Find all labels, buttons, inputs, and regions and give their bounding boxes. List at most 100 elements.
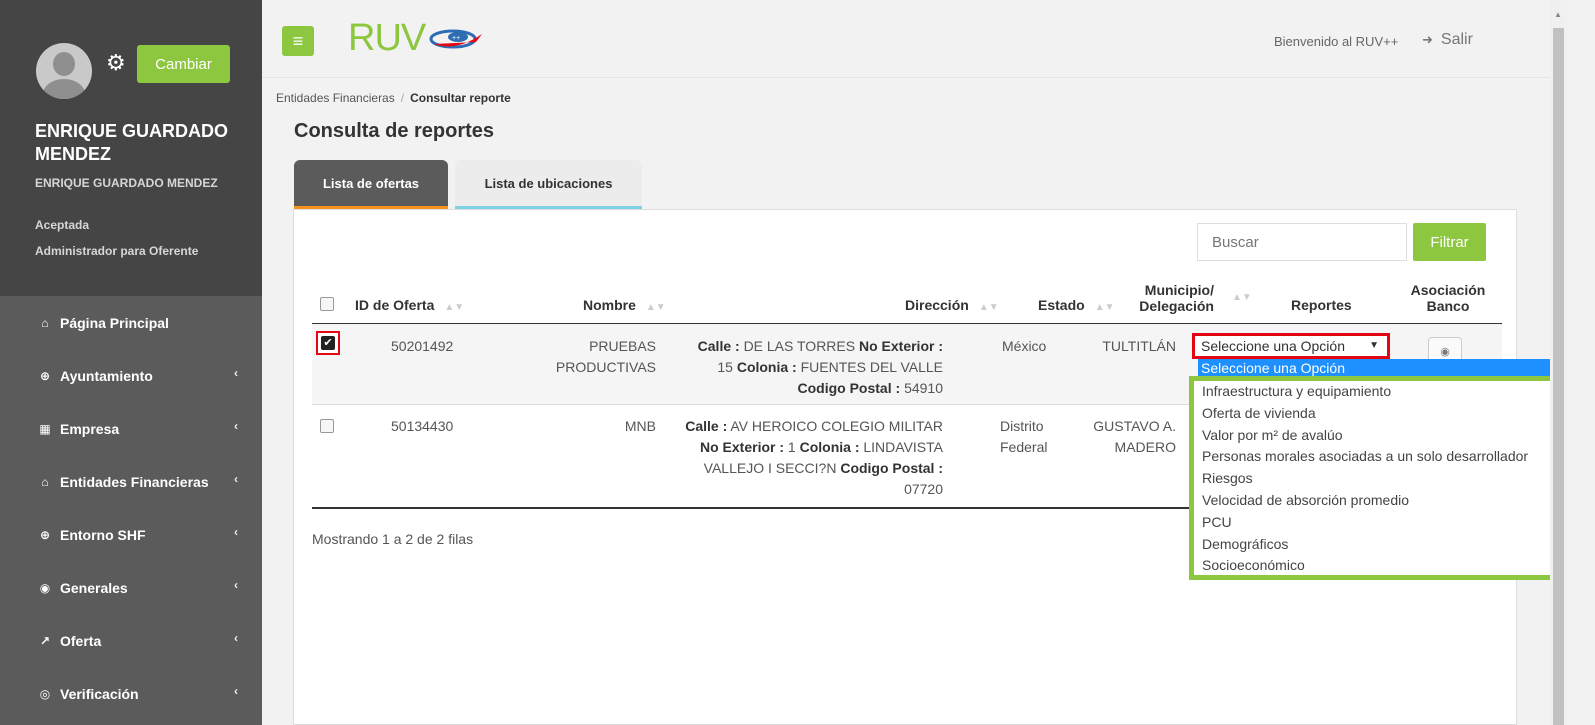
sidebar-item-label: Página Principal [60, 314, 169, 331]
cell-estado: México [1002, 338, 1047, 354]
sort-icon: ▲▼ [1232, 292, 1252, 303]
check-icon: ✔ [321, 336, 335, 350]
building-icon: ▦ [39, 421, 51, 436]
cp-value: 07720 [904, 481, 943, 497]
line-chart-icon: ↗ [39, 633, 51, 648]
cell-nombre: PRUEBAS PRODUCTIVAS [520, 336, 656, 378]
colonia-label: Colonia : [736, 359, 797, 375]
colonia-label: Colonia : [799, 439, 860, 455]
header-label: Banco [1426, 298, 1470, 314]
cell-direccion: Calle : DE LAS TORRES No Exterior : 15 C… [665, 336, 943, 399]
sidebar-item-oferta[interactable]: ↗ Oferta ‹ [0, 614, 262, 667]
reportes-select[interactable]: Seleccione una Opción ▼ [1192, 333, 1390, 359]
sort-icon: ▲▼ [978, 302, 999, 313]
dropdown-option-selected[interactable]: Seleccione una Opción [1198, 359, 1563, 377]
dropdown-option[interactable]: PCU [1194, 512, 1556, 534]
estado-line: Federal [1000, 439, 1048, 455]
noext-label: No Exterior : [858, 338, 943, 354]
chevron-left-icon: ‹ [234, 419, 238, 433]
sidebar-item-label: Empresa [60, 420, 120, 437]
sidebar-item-label: Entorno SHF [60, 526, 146, 543]
dropdown-option[interactable]: Demográficos [1194, 534, 1556, 556]
chevron-left-icon: ‹ [234, 366, 238, 380]
header-reportes: Reportes [1291, 297, 1352, 313]
estado-line: Distrito [1000, 418, 1044, 434]
dropdown-option[interactable]: Socioeconómico [1194, 555, 1556, 575]
search-input[interactable] [1197, 223, 1407, 261]
cambiar-button[interactable]: Cambiar [137, 45, 230, 83]
filter-button[interactable]: Filtrar [1413, 223, 1486, 261]
sidebar-item-ayuntamiento[interactable]: ⊕ Ayuntamiento ‹ [0, 349, 262, 402]
svg-text:++: ++ [452, 35, 460, 42]
bank-icon: ⌂ [41, 474, 49, 489]
noext-value: 15 [717, 359, 733, 375]
sidebar-item-entorno-shf[interactable]: ⊕ Entorno SHF ‹ [0, 508, 262, 561]
header-label: Delegación [1139, 298, 1214, 314]
dropdown-option[interactable]: Oferta de vivienda [1194, 403, 1556, 425]
scroll-up-icon[interactable]: ▲ [1554, 10, 1562, 19]
sidebar-item-verificacion[interactable]: ◎ Verificación ‹ [0, 667, 262, 720]
nombre-line: PRUEBAS [589, 338, 656, 354]
sidebar-item-label: Entidades Financieras [60, 473, 209, 490]
cell-estado: Distrito Federal [1000, 416, 1047, 458]
header-label: Estado [1038, 297, 1085, 313]
sidebar-item-empresa[interactable]: ▦ Empresa ‹ [0, 402, 262, 455]
sort-icon: ▲▼ [1094, 302, 1115, 313]
logout-link[interactable]: ➜ Salir [1422, 31, 1473, 49]
gear-icon[interactable]: ⚙ [106, 52, 126, 74]
ruv-logo: RUV [348, 17, 426, 59]
header-nombre[interactable]: Nombre ▲▼ [583, 297, 666, 313]
page-title: Consulta de reportes [294, 120, 495, 142]
calle-label: Calle : [697, 338, 740, 354]
tab-lista-de-ofertas[interactable]: Lista de ofertas [294, 160, 448, 210]
cell-municipio: GUSTAVO A. MADERO [1080, 416, 1176, 458]
plus-circle-icon: ⊕ [39, 368, 51, 383]
dropdown-option[interactable]: Infraestructura y equipamiento [1194, 381, 1556, 403]
row-checkbox[interactable]: ✔ [316, 331, 340, 355]
sidebar-item-label: Oferta [60, 632, 102, 649]
sidebar-item-entidades-financieras[interactable]: ⌂ Entidades Financieras ‹ [0, 455, 262, 508]
chevron-left-icon: ‹ [234, 525, 238, 539]
noext-label: No Exterior : [700, 439, 785, 455]
welcome-text: Bienvenido al RUV++ [1274, 34, 1399, 49]
dropdown-option[interactable]: Riesgos [1194, 468, 1556, 490]
header-estado[interactable]: Estado ▲▼ [1038, 297, 1114, 313]
header-municipio[interactable]: Municipio/ Delegación [1118, 282, 1214, 314]
avatar [36, 43, 92, 99]
select-all-checkbox[interactable] [320, 297, 334, 311]
calle-value: DE LAS TORRES [743, 338, 856, 354]
municipio-line: MADERO [1114, 439, 1176, 455]
row-checkbox[interactable] [320, 419, 334, 433]
colonia-value: FUENTES DEL VALLE [800, 359, 943, 375]
scrollbar-thumb[interactable] [1553, 28, 1564, 725]
chevron-left-icon: ‹ [234, 631, 238, 645]
chevron-left-icon: ‹ [234, 684, 238, 698]
radio-icon: ◉ [1440, 345, 1450, 358]
colonia-value: LINDAVISTA [863, 439, 943, 455]
sign-out-icon: ➜ [1422, 32, 1433, 47]
tab-lista-de-ubicaciones[interactable]: Lista de ubicaciones [455, 160, 642, 210]
header-asociacion-banco: Asociación Banco [1400, 282, 1496, 314]
sidebar-item-generales[interactable]: ◉ Generales ‹ [0, 561, 262, 614]
sidebar-item-pagina-principal[interactable]: ⌂ Página Principal [0, 296, 262, 349]
sidebar-nav: ⌂ Página Principal ⊕ Ayuntamiento ‹ ▦ Em… [0, 296, 262, 720]
dashboard-icon: ◉ [39, 580, 51, 595]
breadcrumb-parent[interactable]: Entidades Financieras [276, 91, 395, 105]
municipio-line: GUSTAVO A. [1093, 418, 1176, 434]
menu-toggle-button[interactable]: ≡ [282, 26, 314, 56]
user-role: Administrador para Oferente [35, 244, 199, 258]
pagination-info: Mostrando 1 a 2 de 2 filas [312, 531, 474, 547]
logout-label: Salir [1440, 31, 1473, 48]
dropdown-option[interactable]: Velocidad de absorción promedio [1194, 490, 1556, 512]
cell-municipio: TULTITLÁN [1102, 338, 1176, 354]
user-status: Aceptada [35, 218, 90, 232]
dropdown-option[interactable]: Valor por m² de avalúo [1194, 425, 1556, 447]
cp-label: Codigo Postal : [840, 460, 943, 476]
user-subtitle: ENRIQUE GUARDADO MENDEZ [35, 176, 218, 190]
page-scrollbar[interactable]: ▲ [1550, 0, 1567, 725]
dropdown-option[interactable]: Personas morales asociadas a un solo des… [1194, 446, 1556, 468]
breadcrumb-separator: / [400, 91, 405, 105]
header-direccion[interactable]: Dirección ▲▼ [905, 297, 999, 313]
header-id-oferta[interactable]: ID de Oferta ▲▼ [355, 297, 464, 313]
select-value: Seleccione una Opción [1201, 338, 1345, 354]
